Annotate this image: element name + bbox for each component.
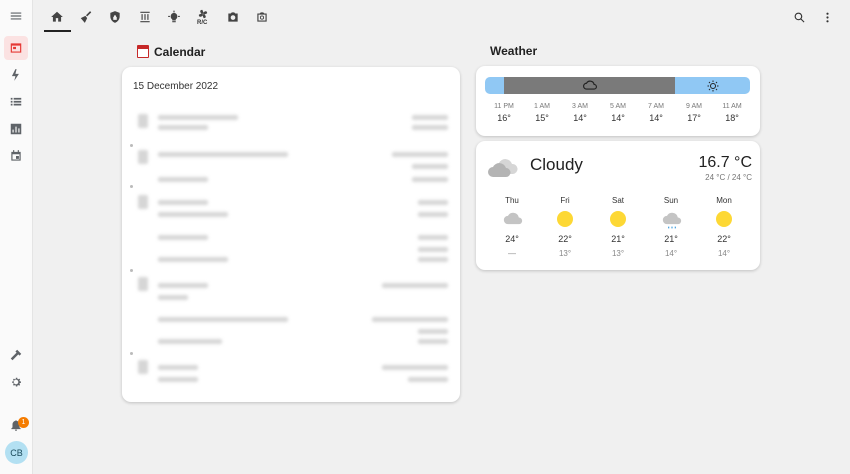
forecast-low: 14° [664,249,678,258]
cloudy-icon [503,212,523,225]
tab-security[interactable] [102,4,128,30]
forecast-day-name: Thu [505,196,519,205]
forecast-day-name: Sun [663,196,679,205]
forecast-high: 21° [611,234,625,244]
forecast-low: 13° [611,249,625,258]
sunny-icon [610,211,626,227]
forecast-high: 22° [558,234,572,244]
hour-temp: 16° [497,113,511,123]
hour-temp: 14° [573,113,587,123]
current-temperature: 16.7 °C [698,154,752,171]
hourly-item: 3 AM 14° [560,103,600,123]
active-tab-indicator [44,30,71,32]
calendar-icon [137,45,149,58]
camera-outline-icon [257,12,267,22]
shield-icon [110,11,120,23]
hour-time: 11 AM [722,103,742,110]
hour-temp: 18° [725,113,739,123]
forecast-high: 22° [717,234,731,244]
forecast-day: Sat 21° 13° [598,196,638,258]
forecast-high: 21° [664,234,678,244]
hourly-item: 11 PM 16° [484,103,524,123]
hour-time: 1 AM [534,103,550,110]
search-icon [794,12,804,22]
weather-hourly-card[interactable]: 11 PM 16° 1 AM 15° 3 AM 14° 5 AM 14° 7 AM 14° 9 AM… [476,66,760,136]
forecast-day: Mon 22° 14° [704,196,744,258]
notification-badge: 1 [18,417,29,428]
hour-time: 7 AM [648,103,664,110]
sidebar-item-history[interactable] [4,117,28,141]
sunny-icon [716,211,732,227]
sidebar: 1 CB [0,0,33,474]
hourly-item: 9 AM 17° [674,103,714,123]
hourly-item: 11 AM 18° [712,103,752,123]
forecast-low: 13° [558,249,572,258]
hourly-item: 1 AM 15° [522,103,562,123]
tab-camera[interactable] [220,4,246,30]
calendar-title: Calendar [154,45,206,59]
hour-temp: 17° [687,113,701,123]
tab-lights[interactable] [161,4,187,30]
tab-camera-2[interactable] [249,4,275,30]
forecast-low: 14° [717,249,731,258]
fan-icon [198,9,208,19]
more-menu-button[interactable] [818,8,836,26]
hour-temp: 14° [611,113,625,123]
forecast-day-name: Sat [611,196,624,205]
tab-home[interactable] [44,4,70,30]
forecast-low: — [508,249,516,258]
hour-time: 5 AM [610,103,626,110]
weather-condition: Cloudy [530,155,583,174]
forecast-day-name: Fri [560,196,570,205]
top-bar: R/C [33,0,850,34]
bulb-icon [168,10,180,23]
weather-forecast-card[interactable]: Cloudy 16.7 °C 24 °C / 24 °C Thu 24° — Fri 2… [476,141,760,270]
rainy-icon [662,212,682,229]
hour-time: 11 PM [494,103,514,110]
forecast-day-name: Mon [716,196,732,205]
hourly-item: 5 AM 14° [598,103,638,123]
forecast-day: Fri 22° 13° [545,196,585,258]
gear-icon[interactable] [4,370,28,394]
sidebar-item-calendar[interactable] [4,36,28,60]
forecast-day: Sun 21° 14° [651,196,691,258]
fan-label: R/C [197,20,208,26]
tab-heating[interactable] [132,4,158,30]
heater-icon [140,11,150,23]
calendar-date: 15 December 2022 [133,81,219,92]
calendar-card[interactable]: 15 December 2022 [122,67,460,402]
hour-time: 9 AM [686,103,702,110]
hourly-condition-bar [485,77,750,94]
sun-icon [707,80,719,92]
hour-time: 3 AM [572,103,588,110]
dots-vertical-icon [825,12,829,22]
cloud-icon [583,80,597,90]
avatar[interactable]: CB [5,441,28,464]
sunny-icon [557,211,573,227]
hour-temp: 15° [535,113,549,123]
forecast-high: 24° [505,234,519,244]
weather-title: Weather [490,44,538,58]
search-button[interactable] [790,8,808,26]
tab-fan[interactable]: R/C [190,4,216,30]
sidebar-item-calendar-view[interactable] [4,144,28,168]
sidebar-item-energy[interactable] [4,63,28,87]
broom-icon [80,11,92,23]
hammer-icon[interactable] [4,343,28,367]
temperature-range: 24 °C / 24 °C [705,173,752,182]
hourly-item: 7 AM 14° [636,103,676,123]
menu-icon[interactable] [4,4,28,28]
tab-cleaning[interactable] [73,4,99,30]
camera-icon [228,12,238,22]
cloudy-icon [488,159,518,177]
forecast-day: Thu 24° — [492,196,532,258]
hour-temp: 14° [649,113,663,123]
home-icon [51,11,63,22]
sidebar-item-logbook[interactable] [4,90,28,114]
